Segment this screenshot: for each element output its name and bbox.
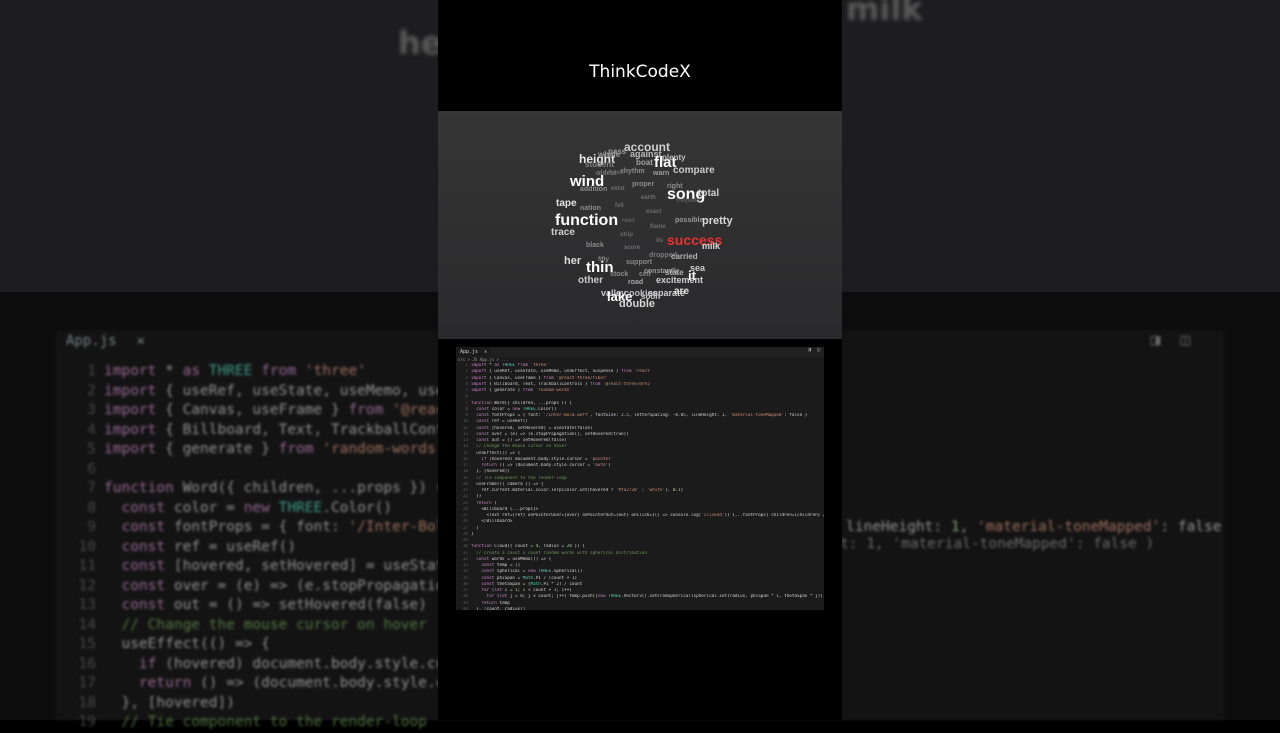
cloud-word[interactable]: proper — [632, 181, 654, 188]
video-frame: ThinkCodeX account pass against height whale… — [438, 0, 842, 720]
cloud-word[interactable]: flame — [650, 224, 666, 230]
cloud-word[interactable]: whale — [598, 151, 620, 159]
cloud-word[interactable]: warn — [653, 170, 669, 177]
cloud-word[interactable]: possible — [675, 217, 703, 224]
code-area[interactable]: 1 import * as THREE from 'three' 2 import {… — [456, 363, 824, 610]
editor-tab-label: App.js — [460, 349, 479, 355]
channel-title: ThinkCodeX — [589, 62, 691, 82]
cloud-word[interactable]: carried — [671, 253, 698, 261]
editor-tab-bar: App.js ✕ ◨ ◫ — [456, 347, 824, 357]
background-code-fragment: t: 1, 'material-toneMapped': false ) — [840, 536, 1155, 552]
cloud-word[interactable]: excitement — [656, 276, 703, 285]
word-cloud-canvas[interactable]: account pass against height whale flat plenty s… — [438, 111, 842, 339]
cloud-word[interactable]: rhythm — [621, 168, 645, 175]
cloud-word[interactable]: tape — [556, 199, 577, 209]
cloud-word[interactable]: strip — [620, 232, 633, 238]
cloud-word[interactable]: fifty — [598, 257, 609, 263]
split-editor-icon[interactable]: ◨ — [808, 347, 811, 353]
cloud-word[interactable]: fell — [615, 203, 624, 209]
background-close-icon: ✕ — [136, 333, 146, 349]
cloud-word[interactable]: boat — [636, 159, 653, 167]
cloud-word[interactable]: total — [698, 189, 719, 199]
background-word: milk — [846, 0, 923, 28]
cloud-word[interactable]: milk — [702, 242, 720, 251]
cloud-word[interactable]: pretty — [702, 216, 733, 227]
cloud-word[interactable]: double — [619, 299, 655, 310]
cloud-word[interactable]: support — [626, 259, 652, 266]
editor-tab-app-js[interactable]: App.js ✕ — [456, 347, 492, 357]
cloud-word[interactable]: score — [624, 245, 640, 251]
background-layout-icons: ◨◫ — [1150, 330, 1210, 349]
cloud-word[interactable]: black — [586, 242, 604, 249]
cloud-word[interactable]: addition — [580, 186, 607, 193]
cloud-word[interactable]: exist — [611, 186, 625, 192]
cloud-word[interactable]: nation — [580, 205, 601, 212]
code-line: 38 for (let j = 0; j < count; j++) temp.… — [462, 594, 824, 600]
title-bar: ThinkCodeX — [438, 0, 842, 111]
cloud-word[interactable]: compare — [673, 166, 715, 176]
cloud-word[interactable]: road — [628, 279, 643, 286]
cloud-word[interactable]: trace — [551, 228, 575, 238]
cloud-word[interactable]: read — [622, 218, 635, 224]
editor-actions: ◨ ◫ — [808, 347, 820, 353]
close-icon[interactable]: ✕ — [484, 349, 487, 355]
cloud-word[interactable]: stock — [610, 271, 628, 278]
cloud-word[interactable]: are — [674, 287, 689, 297]
background-tab-label: App.js — [66, 333, 117, 349]
cloud-word[interactable]: its — [656, 238, 663, 244]
layout-icon[interactable]: ◫ — [817, 347, 820, 353]
code-line: 40 }, [count, radius]) — [462, 606, 526, 610]
code-editor: App.js ✕ ◨ ◫ src > JS App.js > ... 1 impo… — [456, 347, 824, 610]
cloud-word[interactable]: other — [578, 276, 603, 286]
cloud-word[interactable]: cell — [639, 271, 651, 278]
cloud-word[interactable]: plenty — [662, 154, 686, 162]
background-editor-tab: App.js ✕ — [66, 330, 156, 352]
cloud-word[interactable]: earth — [641, 195, 656, 201]
cloud-word[interactable]: exact — [646, 209, 661, 215]
cloud-word[interactable]: her — [564, 256, 581, 267]
cloud-word[interactable]: frequent — [676, 198, 700, 204]
cloud-word[interactable]: student — [585, 161, 614, 169]
